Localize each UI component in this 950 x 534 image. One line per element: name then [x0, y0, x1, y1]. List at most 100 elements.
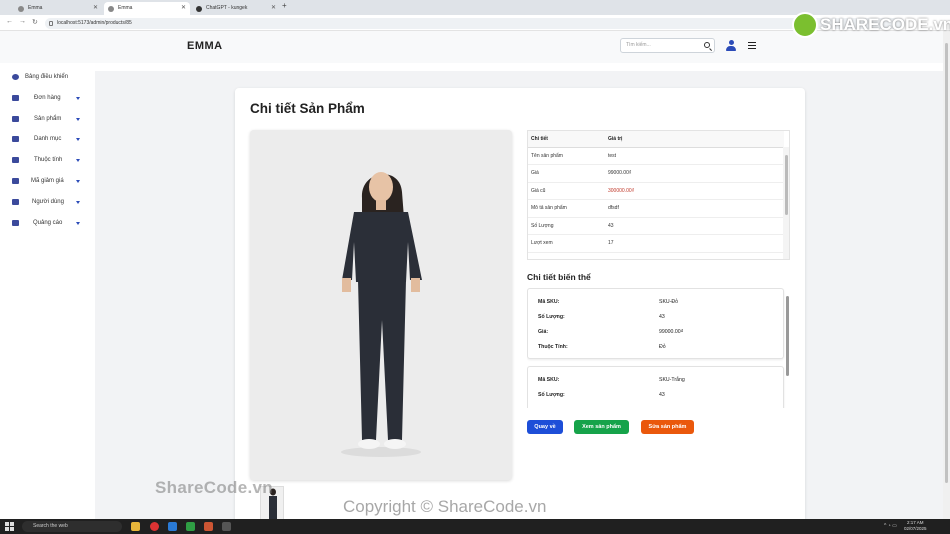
terminal-icon[interactable]: [222, 522, 231, 531]
old-price-value: 300000.00₫: [605, 182, 784, 200]
taskbar-clock[interactable]: 2:17 AM 02/07/2025: [904, 520, 927, 532]
user-icon[interactable]: [726, 40, 736, 51]
address-bar[interactable]: localhost:5173/admin/products/85: [45, 18, 905, 29]
info-icon: [49, 21, 53, 26]
caret-down-icon: [76, 179, 80, 183]
product-image: [250, 130, 512, 480]
page-title: Chi tiết Sản Phẩm: [250, 101, 365, 116]
browser-tab[interactable]: Emma ✕: [14, 2, 102, 15]
sidebar-item-ads[interactable]: Quảng cáo: [0, 213, 95, 234]
table-scrollbar[interactable]: [783, 147, 789, 259]
variant-card: Mã SKU: SKU-Đỏ Số Lượng: 43 Giá: 99000.00₫ …: [527, 288, 784, 359]
sidebar-item-attributes[interactable]: Thuộc tính: [0, 150, 95, 171]
tab-title: Emma: [118, 5, 133, 11]
caret-down-icon: [76, 200, 80, 204]
attr-key: Lượt xem: [528, 234, 605, 253]
browser-tab-active[interactable]: Emma ✕: [104, 2, 190, 15]
table-row: Số Lượng 43: [528, 217, 784, 235]
chrome-icon[interactable]: [150, 522, 159, 531]
variant-qty: 43: [659, 392, 665, 398]
sidebar-item-label: Người dùng: [32, 198, 64, 205]
attr-value: 43: [605, 217, 784, 235]
variants-scrollbar[interactable]: [785, 288, 790, 408]
new-tab-button[interactable]: +: [282, 1, 287, 10]
taskbar-search-label: Search the web: [33, 523, 68, 529]
table-row: Tên sản phẩm test: [528, 147, 784, 165]
brand-logo[interactable]: EMMA: [187, 40, 223, 52]
caret-down-icon: [76, 138, 80, 142]
sharecode-logo-icon: [792, 12, 818, 38]
vscode-icon[interactable]: [168, 522, 177, 531]
variants-title: Chi tiết biến thể: [527, 272, 591, 282]
windows-taskbar: Search the web ^ ◔ ▭ 2:17 AM 02/07/2025: [0, 519, 950, 534]
sidebar-item-label: Đơn hàng: [34, 94, 61, 101]
view-product-button[interactable]: Xem sản phẩm: [574, 420, 629, 434]
variant-attribute: Đỏ: [659, 344, 666, 350]
variant-sku: SKU-Đỏ: [659, 299, 679, 305]
variant-label: Giá:: [538, 329, 549, 335]
attr-value: test: [605, 147, 784, 165]
table-row: Lượt xem 17: [528, 234, 784, 253]
close-icon[interactable]: ✕: [181, 2, 186, 15]
sidebar-item-label: Sản phẩm: [34, 115, 62, 122]
attr-key: Số Lượng: [528, 217, 605, 235]
clock-date: 02/07/2025: [904, 526, 927, 531]
sidebar-item-dashboard[interactable]: Bảng điều khiển: [0, 67, 95, 88]
table-header: Chi tiết: [528, 131, 605, 148]
close-icon[interactable]: ✕: [271, 2, 276, 15]
menu-icon[interactable]: [748, 42, 756, 51]
app-icon[interactable]: [186, 522, 195, 531]
megaphone-icon: [12, 219, 19, 226]
forward-arrow-icon[interactable]: →: [19, 18, 26, 25]
admin-app: EMMA Tìm kiếm... Bảng điều khiển Đơn hàn…: [0, 31, 943, 519]
caret-down-icon: [76, 221, 80, 225]
sidebar-item-orders[interactable]: Đơn hàng: [0, 88, 95, 109]
tag-icon: [12, 136, 19, 143]
table-row: Giá 99000.00₫: [528, 164, 784, 183]
users-icon: [12, 198, 19, 205]
attr-value: 17: [605, 234, 784, 253]
sidebar-item-products[interactable]: Sản phẩm: [0, 109, 95, 130]
back-button[interactable]: Quay về: [527, 420, 563, 434]
variant-sku: SKU-Trắng: [659, 377, 685, 383]
table-row: Giá cũ 300000.00₫: [528, 182, 784, 200]
variant-label: Số Lượng:: [538, 392, 565, 398]
reload-icon[interactable]: ↻: [32, 18, 38, 26]
file-explorer-icon[interactable]: [131, 522, 140, 531]
chatgpt-favicon-icon: [196, 6, 202, 12]
windows-start-icon[interactable]: [5, 522, 14, 531]
variant-label: Mã SKU:: [538, 299, 560, 305]
app-icon[interactable]: [204, 522, 213, 531]
browser-tab[interactable]: ChatGPT - kungek ✕: [192, 2, 280, 15]
sidebar-item-coupons[interactable]: Mã giảm giá: [0, 171, 95, 192]
caret-down-icon: [76, 159, 80, 163]
table-row: Mô tả sản phẩm dfsdf: [528, 199, 784, 218]
sidebar-item-label: Bảng điều khiển: [25, 74, 69, 80]
sharecode-logo-text: SHARECODE.vn: [820, 15, 950, 34]
sidebar: Bảng điều khiển Đơn hàng Sản phẩm Danh m…: [0, 63, 95, 519]
attr-value: 99000.00₫: [605, 164, 784, 183]
attr-key: Tên sản phẩm: [528, 147, 605, 165]
attr-key: Mô tả sản phẩm: [528, 199, 605, 218]
sidebar-item-users[interactable]: Người dùng: [0, 192, 95, 213]
variant-price: 99000.00₫: [659, 329, 684, 335]
search-icon[interactable]: [704, 42, 710, 48]
edit-product-button[interactable]: Sửa sản phẩm: [641, 420, 694, 434]
product-detail-card: Chi tiết Sản Phẩm Chi tiết Giá trị Tên s…: [235, 88, 805, 519]
system-tray[interactable]: ^ ◔ ▭: [884, 523, 897, 529]
variant-label: Thuộc Tính:: [538, 344, 568, 350]
sidebar-item-label: Mã giảm giá: [31, 177, 64, 184]
attr-key: Giá cũ: [528, 182, 605, 200]
tab-title: Emma: [28, 5, 43, 11]
sidebar-item-categories[interactable]: Danh mục: [0, 129, 95, 150]
attr-key: Giá: [528, 164, 605, 183]
page-scrollbar[interactable]: [943, 31, 950, 519]
variant-label: Mã SKU:: [538, 377, 560, 383]
search-input[interactable]: Tìm kiếm...: [620, 38, 715, 53]
back-arrow-icon[interactable]: ←: [6, 18, 13, 25]
dashboard-icon: [12, 74, 19, 80]
close-icon[interactable]: ✕: [93, 2, 98, 15]
cart-icon: [12, 94, 19, 101]
caret-down-icon: [76, 117, 80, 121]
taskbar-search[interactable]: Search the web: [22, 521, 122, 532]
